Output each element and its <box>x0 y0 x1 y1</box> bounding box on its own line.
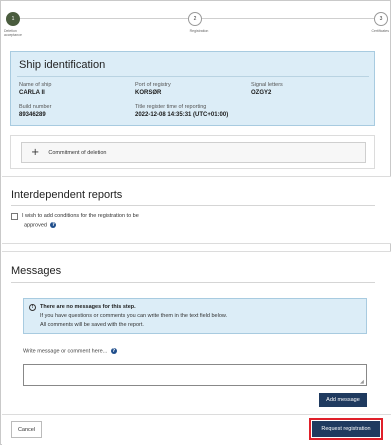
page-frame: 1 2 3 Deletion acceptance Registration C… <box>0 0 391 445</box>
commitment-section: + Commitment of deletion <box>10 135 375 169</box>
message-textarea[interactable] <box>23 364 367 386</box>
step-3-indicator: 3 <box>374 12 388 26</box>
interdependent-reports-title: Interdependent reports <box>11 189 123 201</box>
step-1-label: Deletion acceptance <box>4 29 22 37</box>
progress-stepper: 1 2 3 Deletion acceptance Registration C… <box>1 1 390 41</box>
messages-section: Messages ! There are no messages for thi… <box>2 251 391 414</box>
no-messages-info-box: ! There are no messages for this step. I… <box>23 298 367 334</box>
question-circle-icon[interactable]: ? <box>50 222 57 228</box>
plus-icon: + <box>31 146 40 158</box>
info-text-line2: All comments will be saved with the repo… <box>40 322 144 328</box>
divider <box>11 205 375 206</box>
divider <box>11 282 375 283</box>
name-of-ship-value: CARLA II <box>19 90 45 96</box>
ship-identification-panel: Ship identification Name of ship CARLA I… <box>10 51 375 126</box>
title-register-time-value: 2022-12-08 14:35:31 (UTC+01:00) <box>135 112 229 118</box>
messages-title: Messages <box>11 265 62 277</box>
add-conditions-label-line2: approved ? <box>24 222 57 229</box>
signal-letters-label: Signal letters <box>251 82 283 88</box>
request-registration-button[interactable]: Request registration <box>312 421 380 437</box>
commitment-of-deletion-toggle[interactable]: + Commitment of deletion <box>21 142 366 163</box>
footer-bar: Cancel Request registration <box>2 414 391 445</box>
title-register-time-label: Title register time of reporting <box>135 104 207 110</box>
port-of-registry-value: KORSØR <box>135 90 162 96</box>
commitment-of-deletion-label: Commitment of deletion <box>48 149 107 156</box>
step-2-label: Registration <box>189 29 209 33</box>
port-of-registry-label: Port of registry <box>135 82 171 88</box>
cancel-button[interactable]: Cancel <box>11 421 42 438</box>
stepper-line <box>19 18 189 19</box>
step-3-label: Certificates <box>371 29 389 33</box>
info-title: There are no messages for this step. <box>40 304 136 310</box>
message-field-label: Write message or comment here... ? <box>23 348 117 354</box>
message-field-label-text: Write message or comment here... <box>23 348 108 355</box>
ship-identification-title: Ship identification <box>19 59 106 71</box>
info-circle-icon: ! <box>29 304 36 311</box>
step-1-indicator: 1 <box>6 12 20 26</box>
name-of-ship-label: Name of ship <box>19 82 52 88</box>
info-text-line1: If you have questions or comments you ca… <box>40 313 228 319</box>
build-number-value: 89346289 <box>19 112 46 118</box>
add-conditions-label-text: approved <box>24 222 47 229</box>
build-number-label: Build number <box>19 104 52 110</box>
signal-letters-value: OZGY2 <box>251 90 272 96</box>
add-message-button[interactable]: Add message <box>319 393 367 407</box>
add-conditions-label-line1: I wish to add conditions for the registr… <box>22 213 139 219</box>
resize-handle-icon[interactable]: ◢ <box>360 379 364 385</box>
step-2-indicator: 2 <box>188 12 202 26</box>
interdependent-reports-section: Interdependent reports I wish to add con… <box>2 176 391 244</box>
question-circle-icon[interactable]: ? <box>110 348 117 354</box>
add-conditions-checkbox[interactable] <box>11 213 18 220</box>
divider <box>17 76 369 77</box>
stepper-line <box>201 18 374 19</box>
